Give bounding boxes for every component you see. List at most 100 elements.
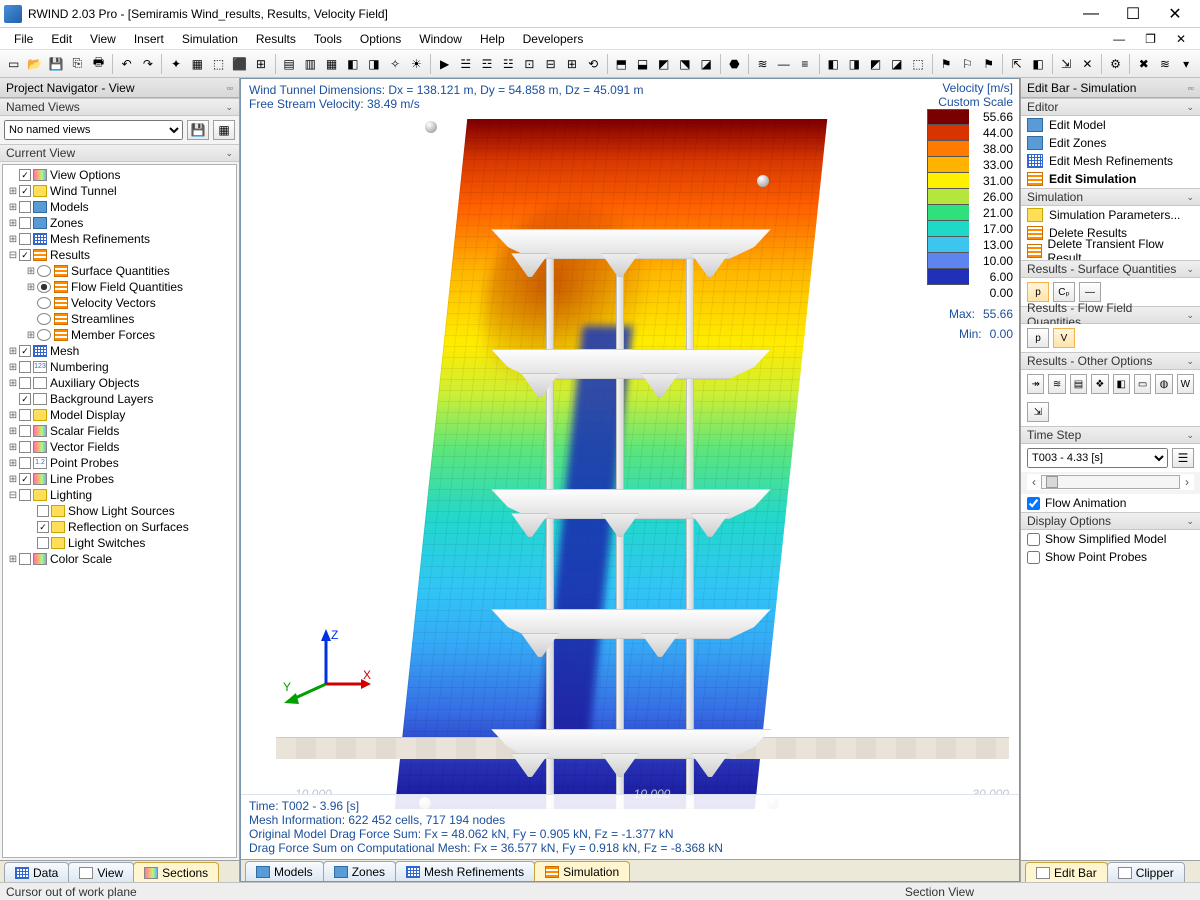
toolbar-button[interactable]: ⎘: [68, 54, 87, 74]
toolbar-button[interactable]: ▦: [322, 54, 341, 74]
checkbox-icon[interactable]: [19, 441, 31, 453]
menu-view[interactable]: View: [82, 30, 124, 48]
tree-node[interactable]: ⊞Line Probes: [3, 471, 236, 487]
toolbar-button[interactable]: ◪: [887, 54, 906, 74]
radio-icon[interactable]: [37, 281, 51, 293]
toolbar-button[interactable]: ⬚: [209, 54, 228, 74]
close-button[interactable]: ✕: [1154, 1, 1196, 27]
toolbar-button[interactable]: 💾: [46, 54, 65, 74]
tree-node[interactable]: ⊞Zones: [3, 215, 236, 231]
manage-views-button[interactable]: ▦: [213, 120, 235, 140]
radio-icon[interactable]: [37, 313, 51, 325]
tab-edit-bar[interactable]: Edit Bar: [1025, 862, 1108, 882]
checkbox-icon[interactable]: [19, 249, 31, 261]
checkbox-icon[interactable]: [19, 345, 31, 357]
tree-expander-icon[interactable]: ⊟: [7, 250, 19, 261]
toolbar-button[interactable]: ◪: [697, 54, 716, 74]
viewport[interactable]: Wind Tunnel Dimensions: Dx = 138.121 m, …: [241, 79, 1019, 859]
checkbox-icon[interactable]: [19, 425, 31, 437]
edit-item-edit-simulation[interactable]: Edit Simulation: [1021, 170, 1200, 188]
tab-view[interactable]: View: [68, 862, 134, 882]
checkbox-icon[interactable]: [37, 505, 49, 517]
tree-expander-icon[interactable]: ⊞: [7, 346, 19, 357]
toolbar-button[interactable]: ⚑: [979, 54, 998, 74]
current-view-header[interactable]: Current View ⌄: [0, 144, 239, 162]
menu-window[interactable]: Window: [411, 30, 470, 48]
result-button[interactable]: ↠: [1027, 374, 1044, 394]
toolbar-button[interactable]: ≡: [795, 54, 814, 74]
checkbox-icon[interactable]: [19, 217, 31, 229]
tree-expander-icon[interactable]: ⊟: [7, 490, 19, 501]
tree-node[interactable]: Velocity Vectors: [3, 295, 236, 311]
tree-node[interactable]: ⊞Vector Fields: [3, 439, 236, 455]
tab-mesh-refinements[interactable]: Mesh Refinements: [395, 861, 535, 881]
toolbar-button[interactable]: ▥: [301, 54, 320, 74]
toolbar-button[interactable]: ↶: [117, 54, 136, 74]
tree-node[interactable]: ⊞Auxiliary Objects: [3, 375, 236, 391]
tree-node[interactable]: ⊞Flow Field Quantities: [3, 279, 236, 295]
toolbar-button[interactable]: ≋: [1155, 54, 1174, 74]
menu-developers[interactable]: Developers: [515, 30, 592, 48]
mdi-restore-icon[interactable]: ❐: [1137, 30, 1164, 48]
mdi-close-icon[interactable]: ✕: [1168, 30, 1194, 48]
toolbar-button[interactable]: ⚐: [958, 54, 977, 74]
toolbar-button[interactable]: ⬚: [908, 54, 927, 74]
tree-expander-icon[interactable]: ⊞: [7, 426, 19, 437]
checkbox-icon[interactable]: [37, 537, 49, 549]
checkbox-icon[interactable]: [19, 201, 31, 213]
tab-zones[interactable]: Zones: [323, 861, 396, 881]
result-button[interactable]: ◧: [1113, 374, 1130, 394]
toolbar-button[interactable]: ☲: [477, 54, 496, 74]
toolbar-button[interactable]: ⬓: [633, 54, 652, 74]
toolbar-button[interactable]: ☳: [499, 54, 518, 74]
toolbar-button[interactable]: ◩: [866, 54, 885, 74]
tree-expander-icon[interactable]: ⊞: [7, 554, 19, 565]
mdi-minimize-icon[interactable]: —: [1105, 30, 1133, 48]
tab-data[interactable]: Data: [4, 862, 69, 882]
toolbar-button[interactable]: ⊞: [251, 54, 270, 74]
result-button[interactable]: p: [1027, 328, 1049, 348]
toolbar-button[interactable]: ▭: [4, 54, 23, 74]
toolbar-button[interactable]: ⬔: [675, 54, 694, 74]
result-button[interactable]: ❖: [1091, 374, 1108, 394]
slider-right-icon[interactable]: ›: [1180, 475, 1194, 489]
tree-node[interactable]: Show Light Sources: [3, 503, 236, 519]
toolbar-button[interactable]: ◧: [1028, 54, 1047, 74]
edit-item-simulation-parameters-[interactable]: Simulation Parameters...: [1021, 206, 1200, 224]
time-step-slider[interactable]: ‹ ›: [1027, 474, 1194, 490]
tree-expander-icon[interactable]: ⊞: [7, 218, 19, 229]
tree-node[interactable]: Light Switches: [3, 535, 236, 551]
tree-node[interactable]: ⊞1.2Point Probes: [3, 455, 236, 471]
tree-node[interactable]: ⊞Member Forces: [3, 327, 236, 343]
toolbar-button[interactable]: ⟲: [584, 54, 603, 74]
drag-handle-icon[interactable]: [757, 175, 769, 187]
toolbar-button[interactable]: ⊞: [562, 54, 581, 74]
edit-item-edit-mesh-refinements[interactable]: Edit Mesh Refinements: [1021, 152, 1200, 170]
toolbar-button[interactable]: ⬛: [230, 54, 249, 74]
save-view-button[interactable]: 💾: [187, 120, 209, 140]
checkbox-icon[interactable]: [19, 473, 31, 485]
edit-item-delete-transient-flow-result-[interactable]: Delete Transient Flow Result...: [1021, 242, 1200, 260]
drag-handle-icon[interactable]: [425, 121, 437, 133]
tree-expander-icon[interactable]: ⊞: [25, 282, 37, 293]
toolbar-button[interactable]: ◨: [364, 54, 383, 74]
checkbox-icon[interactable]: [19, 233, 31, 245]
tree-expander-icon[interactable]: ⊞: [7, 362, 19, 373]
menu-file[interactable]: File: [6, 30, 41, 48]
tree-node[interactable]: ⊞Mesh Refinements: [3, 231, 236, 247]
tab-models[interactable]: Models: [245, 861, 324, 881]
checkbox-icon[interactable]: [19, 409, 31, 421]
toolbar-button[interactable]: ✖: [1134, 54, 1153, 74]
checkbox-icon[interactable]: [19, 457, 31, 469]
toolbar-button[interactable]: ▦: [188, 54, 207, 74]
time-step-button[interactable]: ☰: [1172, 448, 1194, 468]
toolbar-button[interactable]: ☱: [456, 54, 475, 74]
tab-simulation[interactable]: Simulation: [534, 861, 630, 881]
tree-node[interactable]: ⊞Wind Tunnel: [3, 183, 236, 199]
result-button[interactable]: ≋: [1048, 374, 1065, 394]
tab-clipper[interactable]: Clipper: [1107, 862, 1185, 882]
menu-help[interactable]: Help: [472, 30, 513, 48]
tab-sections[interactable]: Sections: [133, 862, 219, 882]
radio-icon[interactable]: [37, 297, 51, 309]
toolbar-button[interactable]: ▤: [279, 54, 298, 74]
